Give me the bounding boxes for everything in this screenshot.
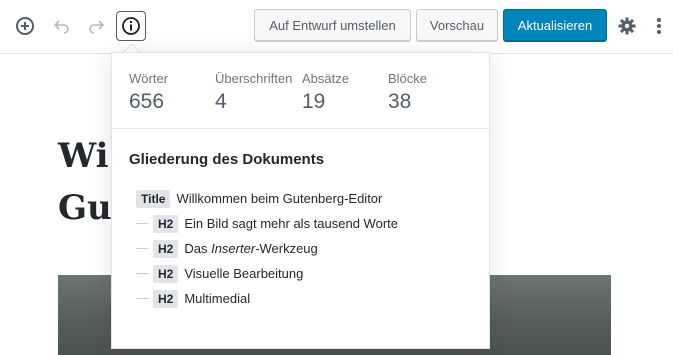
- stat-value: 656: [129, 90, 165, 113]
- outline-item-text: Multimedial: [184, 291, 251, 306]
- outline-item-text: Das Inserter-Werkzeug: [184, 241, 317, 256]
- outline-indent-line: [136, 273, 148, 274]
- outline-text-part: Das: [184, 241, 212, 256]
- stat-value: 19: [302, 90, 326, 113]
- stat-words: Wörter 656: [129, 71, 168, 114]
- stat-value: 38: [388, 90, 412, 113]
- outline-text-part: -Werkzeug: [255, 241, 318, 256]
- editor-toolbar: Auf Entwurf umstellen Vorschau Aktualisi…: [0, 0, 673, 54]
- outline-indent-line: [136, 223, 148, 224]
- outline-item-text: Ein Bild sagt mehr als tausend Worte: [184, 216, 398, 231]
- gear-icon[interactable]: [612, 11, 642, 41]
- stat-value: 4: [215, 90, 227, 113]
- stat-headings: Überschriften 4: [215, 71, 292, 114]
- outline-indent-line: [136, 298, 148, 299]
- outline-heading: Gliederung des Dokuments: [129, 151, 325, 168]
- stat-blocks: Blöcke 38: [388, 71, 427, 114]
- undo-icon[interactable]: [47, 11, 77, 41]
- stat-label: Überschriften: [215, 71, 293, 86]
- outline-item-text: Visuelle Bearbeitung: [184, 266, 304, 281]
- outline-item[interactable]: H2 Das Inserter-Werkzeug: [112, 236, 489, 261]
- document-stats: Wörter 656 Überschriften 4 Absätze 19 Bl…: [112, 53, 489, 129]
- redo-icon[interactable]: [81, 11, 111, 41]
- add-block-icon[interactable]: [10, 11, 40, 41]
- stat-label: Blöcke: [388, 71, 428, 86]
- stat-paragraphs: Absätze 19: [302, 71, 349, 114]
- outline-item-text: Willkommen beim Gutenberg-Editor: [176, 191, 383, 206]
- outline-item[interactable]: H2 Visuelle Bearbeitung: [112, 261, 489, 286]
- switch-to-draft-button[interactable]: Auf Entwurf umstellen: [254, 9, 411, 42]
- preview-button[interactable]: Vorschau: [416, 9, 498, 42]
- heading-level-badge: H2: [153, 239, 179, 258]
- info-icon[interactable]: [116, 11, 146, 41]
- more-options-icon[interactable]: [647, 11, 671, 41]
- heading-level-badge: H2: [153, 214, 179, 233]
- heading-level-badge: Title: [136, 189, 171, 208]
- heading-level-badge: H2: [153, 264, 179, 283]
- outline-item[interactable]: H2 Ein Bild sagt mehr als tausend Worte: [112, 211, 489, 236]
- document-info-popover: Wörter 656 Überschriften 4 Absätze 19 Bl…: [111, 52, 490, 349]
- outline-indent-line: [136, 248, 148, 249]
- outline-item[interactable]: H2 Multimedial: [112, 286, 489, 311]
- heading-level-badge: H2: [153, 289, 179, 308]
- update-button[interactable]: Aktualisieren: [503, 9, 607, 42]
- stat-label: Absätze: [302, 71, 349, 86]
- stat-label: Wörter: [129, 71, 168, 86]
- outline-text-italic: Inserter: [211, 241, 256, 256]
- document-outline: Title Willkommen beim Gutenberg-Editor H…: [112, 186, 489, 311]
- outline-item[interactable]: Title Willkommen beim Gutenberg-Editor: [112, 186, 489, 211]
